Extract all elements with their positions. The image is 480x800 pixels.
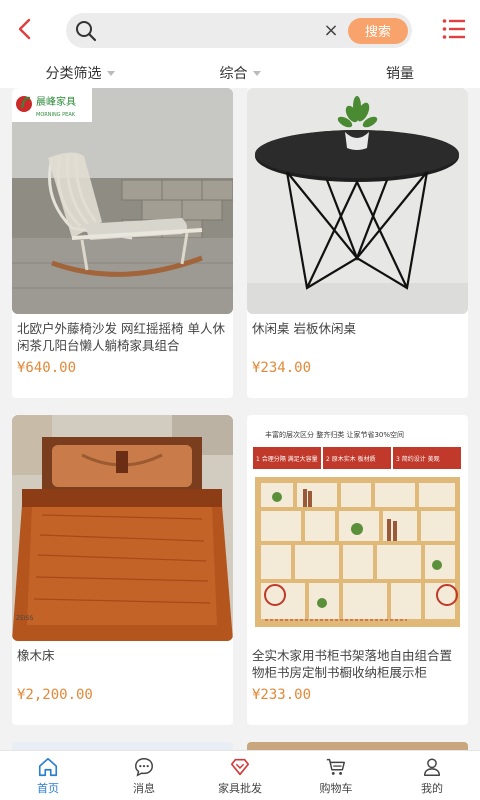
tab-cart[interactable]: 购物车 — [288, 751, 384, 800]
search-input[interactable] — [106, 15, 322, 46]
product-card[interactable]: 丰富的层次区分 整齐归类 让家节省30%空间 1 合理分隔 满足大容量 2 原木… — [247, 415, 468, 725]
product-price: ¥233.00 — [252, 687, 312, 703]
product-image-round-table — [247, 88, 468, 314]
message-icon — [135, 757, 153, 777]
product-image-rocking-chair: 晨峰家具 MORNING PEAK — [12, 88, 233, 314]
product-title: 休闲桌 岩板休闲桌 — [252, 321, 356, 336]
tab-label: 购物车 — [319, 781, 353, 795]
next-product-image — [12, 742, 233, 750]
filter-label: 分类筛选 — [45, 66, 102, 82]
tab-wholesale[interactable]: 家具批发 — [192, 751, 288, 800]
tab-label: 我的 — [421, 781, 443, 795]
tab-label: 首页 — [37, 781, 59, 795]
filter-sales[interactable]: 销量 — [320, 58, 480, 88]
product-title: 橡木床 — [17, 648, 55, 663]
brand-badge-text: 晨峰家具 — [36, 95, 76, 108]
caret-down-icon — [106, 70, 115, 76]
clear-icon[interactable]: × — [322, 21, 340, 40]
tab-profile[interactable]: 我的 — [384, 751, 480, 800]
filter-category[interactable]: 分类筛选 — [0, 58, 160, 88]
brand-badge-sub: MORNING PEAK — [36, 112, 76, 118]
tab-label: 消息 — [133, 781, 155, 795]
product-title: 北欧户外藤椅沙发 网红摇摇椅 单人休闲茶几阳台懒人躺椅家具组合 — [17, 321, 225, 353]
filter-label: 销量 — [386, 66, 414, 82]
search-button[interactable]: 搜索 — [348, 17, 408, 44]
caret-down-icon — [252, 70, 261, 76]
product-card[interactable]: 晨峰家具 MORNING PEAK 北欧户外藤椅沙发 网红摇摇椅 单人休闲茶几阳… — [12, 88, 233, 398]
user-icon — [423, 757, 441, 776]
filter-bar: 分类筛选 综合 销量 — [0, 58, 480, 88]
tab-messages[interactable]: 消息 — [96, 751, 192, 800]
svg-text:ZEISS: ZEISS — [16, 615, 33, 622]
diamond-icon — [230, 758, 250, 775]
tab-home[interactable]: 首页 — [0, 751, 96, 800]
product-image-bookshelf: 丰富的层次区分 整齐归类 让家节省30%空间 1 合理分隔 满足大容量 2 原木… — [247, 415, 468, 641]
product-card[interactable]: 休闲桌 岩板休闲桌 ¥234.00 — [247, 88, 468, 398]
bottom-tab-bar: 首页 消息 家具批发 购物车 我的 — [0, 750, 480, 800]
promo-heading: 丰富的层次区分 整齐归类 让家节省30%空间 — [265, 430, 404, 439]
promo-point-3: 3 简约设计 美观 — [396, 455, 440, 463]
cart-icon — [326, 758, 345, 775]
next-product-image — [247, 742, 468, 750]
product-price: ¥640.00 — [17, 360, 77, 376]
back-button[interactable] — [0, 0, 50, 58]
home-icon — [38, 757, 58, 776]
filter-sort[interactable]: 综合 — [160, 58, 320, 88]
product-price: ¥2,200.00 — [17, 687, 93, 703]
product-price: ¥234.00 — [252, 360, 312, 376]
product-card[interactable]: ZEISS 橡木床 ¥2,200.00 — [12, 415, 233, 725]
promo-point-2: 2 原木实木 板材质 — [326, 455, 376, 463]
top-bar: × 搜索 — [0, 0, 480, 58]
product-title: 全实木家用书柜书架落地自由组合置物柜书房定制书橱收纳柜展示柜 — [252, 648, 453, 680]
chevron-left-icon — [18, 18, 31, 40]
product-image-oak-bed: ZEISS — [12, 415, 233, 641]
promo-point-1: 1 合理分隔 满足大容量 — [256, 455, 318, 463]
list-menu-icon[interactable] — [442, 18, 466, 40]
search-icon — [66, 20, 106, 42]
search-bar: × 搜索 — [66, 13, 412, 48]
filter-label: 综合 — [219, 66, 248, 82]
tab-label: 家具批发 — [218, 781, 262, 795]
